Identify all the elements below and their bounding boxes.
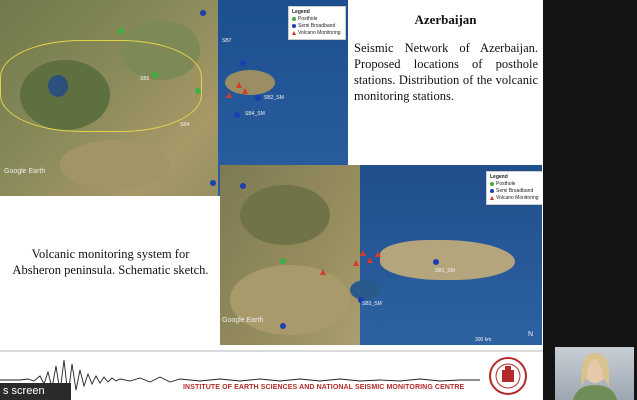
seismogram-graphic [0, 350, 543, 397]
video-panel [543, 0, 637, 400]
posthole-marker [118, 28, 124, 34]
institute-logo [489, 357, 527, 395]
absheron-sketch-map: SB1_SM SB3_SM Google Earth 300 km N Lege… [220, 165, 542, 345]
posthole-marker [152, 72, 158, 78]
blue-dot-icon [292, 23, 296, 28]
red-triangle-icon [490, 195, 494, 200]
red-triangle-icon [292, 30, 296, 35]
station-label: SB4 [180, 122, 190, 128]
posthole-marker [280, 258, 286, 264]
station-label: SB5 [140, 76, 150, 82]
volcano-marker [360, 250, 366, 256]
absheron-peninsula [225, 70, 275, 95]
broadband-marker [433, 259, 439, 265]
legend-title: Legend [490, 174, 508, 180]
broadband-marker [255, 95, 261, 101]
green-dot-icon [292, 16, 296, 21]
slide-caption: Volcanic monitoring system for Absheron … [12, 247, 209, 277]
slide-title: Azerbaijan [414, 12, 477, 27]
presenter-avatar [573, 352, 617, 400]
map-terrain [230, 265, 350, 335]
map-legend: Legend Posthole Semi Broadband Volcano M… [288, 6, 346, 40]
lake [350, 280, 380, 300]
blue-dot-icon [490, 188, 494, 193]
slide-footer [0, 346, 543, 400]
green-dot-icon [490, 181, 494, 186]
legend-item-label: Posthole [496, 181, 516, 187]
slide-description: Seismic Network of Azerbaijan. Proposed … [354, 41, 538, 103]
google-earth-watermark: Google Earth [222, 317, 264, 324]
country-border [0, 40, 202, 132]
volcano-marker [375, 251, 381, 257]
legend-item-label: Posthole [298, 16, 318, 22]
presenter-webcam[interactable] [555, 347, 634, 400]
institute-name: INSTITUTE OF EARTH SCIENCES AND NATIONAL… [183, 384, 465, 391]
volcano-marker [353, 260, 359, 266]
posthole-marker [195, 88, 201, 94]
legend-item-label: Volcano Monitoring [298, 30, 341, 36]
north-arrow-icon: N [528, 331, 534, 338]
volcano-marker [367, 257, 373, 263]
station-label: SB4_SM [245, 111, 265, 117]
station-label: SB2_SM [264, 95, 284, 101]
broadband-marker [234, 112, 240, 118]
broadband-marker [210, 180, 216, 186]
legend-item-label: Semi Broadband [496, 188, 534, 194]
broadband-marker [280, 323, 286, 329]
broadband-marker [240, 183, 246, 189]
legend-item-label: Volcano Monitoring [496, 195, 539, 201]
volcano-marker [226, 92, 232, 98]
map-legend: Legend Posthole Semi Broadband Volcano M… [486, 171, 542, 205]
map-terrain [240, 185, 330, 245]
caption-box: Volcanic monitoring system for Absheron … [0, 196, 220, 346]
presentation-slide: SB7 SB5 SB4 SB2_SM SB4_SM Google Earth L… [0, 0, 543, 400]
screen-share-label[interactable]: s screen [0, 383, 71, 400]
slide-title-box: Azerbaijan Seismic Network of Azerbaijan… [348, 0, 543, 165]
map-terrain [60, 140, 170, 190]
absheron-peninsula [380, 240, 515, 280]
volcano-marker [242, 88, 248, 94]
google-earth-watermark: Google Earth [4, 168, 46, 175]
station-label: SB1_SM [435, 268, 455, 274]
legend-title: Legend [292, 9, 310, 15]
map-scale: 300 km [475, 337, 492, 343]
volcano-marker [320, 269, 326, 275]
broadband-marker [240, 60, 246, 66]
station-label: SB3_SM [362, 301, 382, 307]
broadband-marker [200, 10, 206, 16]
station-label: SB7 [222, 38, 232, 44]
legend-item-label: Semi Broadband [298, 23, 336, 29]
